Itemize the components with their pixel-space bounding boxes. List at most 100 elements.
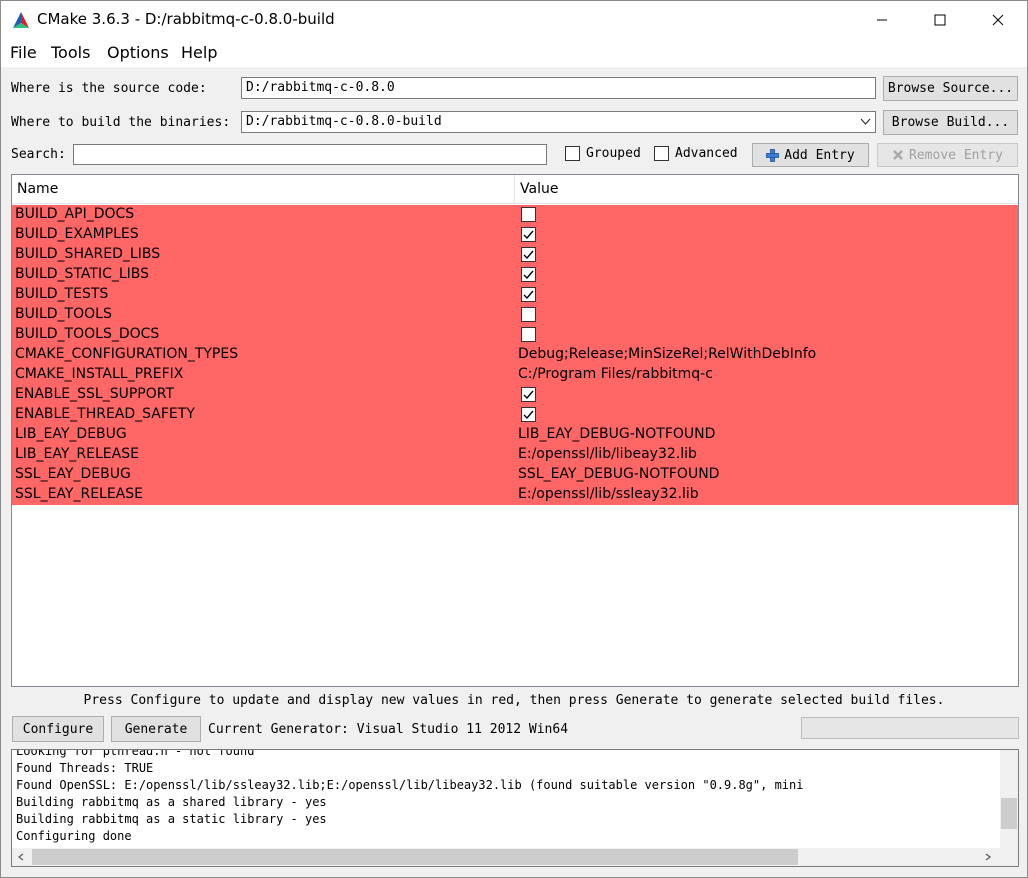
table-header: Name Value: [12, 175, 1018, 204]
output-line: Looking for pthread.h - not found: [16, 749, 255, 758]
menu-options[interactable]: Options: [107, 43, 169, 62]
menu-file[interactable]: File: [10, 43, 37, 62]
checkmark-icon: [523, 230, 534, 240]
cache-entry-name: ENABLE_SSL_SUPPORT: [15, 386, 175, 402]
table-row[interactable]: SSL_EAY_RELEASE E:/openssl/lib/ssleay32.l…: [12, 485, 1018, 505]
build-label: Where to build the binaries:: [11, 115, 231, 130]
cache-entry-value[interactable]: E:/openssl/lib/ssleay32.lib: [518, 486, 699, 502]
cache-entry-checkbox[interactable]: [521, 227, 536, 242]
source-path-input[interactable]: D:/rabbitmq-c-0.8.0: [241, 77, 876, 99]
cache-entry-name: BUILD_TOOLS: [15, 306, 112, 322]
cache-entry-checkbox[interactable]: [521, 287, 536, 302]
table-rows: BUILD_API_DOCS BUILD_EXAMPLES BUILD_SHARED…: [12, 205, 1018, 505]
output-lines: Looking for pthread.h - not found Found T…: [16, 749, 996, 845]
cache-entry-name: BUILD_API_DOCS: [15, 206, 135, 222]
cache-entry-checkbox[interactable]: [521, 247, 536, 262]
cache-entry-name: SSL_EAY_RELEASE: [15, 486, 143, 502]
build-path-value: D:/rabbitmq-c-0.8.0-build: [246, 114, 442, 129]
cache-entry-value[interactable]: Debug;Release;MinSizeRel;RelWithDebInfo: [518, 346, 816, 362]
browse-source-button[interactable]: Browse Source...: [883, 76, 1018, 101]
cache-entry-value[interactable]: E:/openssl/lib/libeay32.lib: [518, 446, 697, 462]
header-divider[interactable]: [514, 175, 515, 204]
cmake-triangle-icon: [13, 12, 29, 28]
configure-hint: Press Configure to update and display ne…: [83, 693, 945, 708]
advanced-checkbox-box[interactable]: [654, 146, 669, 161]
cache-entry-name: ENABLE_THREAD_SAFETY: [15, 406, 195, 422]
output-vertical-scrollbar[interactable]: [1000, 750, 1018, 849]
output-line: Building rabbitmq as a static library - …: [16, 812, 327, 826]
window-title: CMake 3.6.3 - D:/rabbitmq-c-0.8.0-build: [37, 10, 335, 28]
checkmark-icon: [523, 290, 534, 300]
output-vertical-thumb[interactable]: [1001, 798, 1017, 829]
table-row[interactable]: SSL_EAY_DEBUG SSL_EAY_DEBUG-NOTFOUND: [12, 465, 1018, 485]
table-row[interactable]: ENABLE_THREAD_SAFETY: [12, 405, 1018, 425]
scroll-left-icon[interactable]: [17, 853, 25, 861]
close-button[interactable]: [969, 1, 1027, 39]
output-horizontal-thumb[interactable]: [32, 849, 798, 865]
table-row[interactable]: CMAKE_CONFIGURATION_TYPES Debug;Release;M…: [12, 345, 1018, 365]
minimize-button[interactable]: [853, 1, 911, 39]
cache-entry-checkbox[interactable]: [521, 407, 536, 422]
configure-button[interactable]: Configure: [12, 716, 104, 742]
minimize-icon: [877, 19, 887, 21]
cache-entry-checkbox[interactable]: [521, 307, 536, 322]
checkmark-icon: [523, 390, 534, 400]
menu-help[interactable]: Help: [181, 43, 217, 62]
chevron-down-icon[interactable]: [860, 117, 871, 126]
cache-entry-checkbox[interactable]: [521, 327, 536, 342]
cache-entry-value[interactable]: C:/Program Files/rabbitmq-c: [518, 366, 713, 382]
table-row[interactable]: LIB_EAY_RELEASE E:/openssl/lib/libeay32.l…: [12, 445, 1018, 465]
table-row[interactable]: ENABLE_SSL_SUPPORT: [12, 385, 1018, 405]
table-row[interactable]: BUILD_TOOLS: [12, 305, 1018, 325]
output-line: Found Threads: TRUE: [16, 761, 154, 775]
advanced-checkbox[interactable]: Advanced: [654, 146, 738, 161]
output-horizontal-scrollbar[interactable]: [12, 848, 1018, 866]
browse-build-button[interactable]: Browse Build...: [883, 110, 1018, 135]
maximize-icon: [934, 14, 946, 26]
cache-entry-checkbox[interactable]: [521, 207, 536, 222]
cache-entry-checkbox[interactable]: [521, 267, 536, 282]
generate-button[interactable]: Generate: [111, 716, 201, 742]
cache-entry-name: BUILD_STATIC_LIBS: [15, 266, 150, 282]
table-row[interactable]: LIB_EAY_DEBUG LIB_EAY_DEBUG-NOTFOUND: [12, 425, 1018, 445]
header-name[interactable]: Name: [17, 181, 58, 197]
build-path-combobox[interactable]: D:/rabbitmq-c-0.8.0-build: [241, 111, 876, 133]
menu-bar: File Tools Options Help: [1, 39, 1027, 67]
table-row[interactable]: CMAKE_INSTALL_PREFIX C:/Program Files/rab…: [12, 365, 1018, 385]
checkmark-icon: [523, 270, 534, 280]
checkmark-icon: [523, 410, 534, 420]
table-row[interactable]: BUILD_TOOLS_DOCS: [12, 325, 1018, 345]
cache-entry-name: CMAKE_CONFIGURATION_TYPES: [15, 346, 239, 362]
table-row[interactable]: BUILD_API_DOCS: [12, 205, 1018, 225]
cache-entry-name: CMAKE_INSTALL_PREFIX: [15, 366, 184, 382]
cache-entry-name: SSL_EAY_DEBUG: [15, 466, 131, 482]
grouped-checkbox[interactable]: Grouped: [565, 146, 641, 161]
cache-entry-checkbox[interactable]: [521, 387, 536, 402]
cache-table[interactable]: Name Value BUILD_API_DOCS BUILD_EXAMPLES B…: [11, 174, 1019, 687]
scroll-right-icon[interactable]: [984, 853, 992, 861]
cache-entry-name: BUILD_SHARED_LIBS: [15, 246, 161, 262]
table-row[interactable]: BUILD_STATIC_LIBS: [12, 265, 1018, 285]
header-value[interactable]: Value: [520, 181, 558, 197]
table-row[interactable]: BUILD_SHARED_LIBS: [12, 245, 1018, 265]
advanced-label: Advanced: [675, 146, 738, 161]
add-entry-button[interactable]: Add Entry: [752, 143, 869, 167]
table-row[interactable]: BUILD_TESTS: [12, 285, 1018, 305]
grouped-label: Grouped: [586, 146, 641, 161]
cache-entry-value[interactable]: SSL_EAY_DEBUG-NOTFOUND: [518, 466, 719, 482]
search-label: Search:: [11, 147, 66, 162]
remove-entry-button[interactable]: Remove Entry: [877, 143, 1018, 167]
menu-tools[interactable]: Tools: [51, 43, 90, 62]
progress-bar: [801, 717, 1019, 739]
current-generator: Current Generator: Visual Studio 11 2012…: [208, 722, 569, 737]
search-input[interactable]: [73, 144, 547, 165]
cache-entry-name: LIB_EAY_RELEASE: [15, 446, 139, 462]
checkmark-icon: [523, 250, 534, 260]
output-log[interactable]: Looking for pthread.h - not found Found T…: [11, 749, 1019, 867]
table-row[interactable]: BUILD_EXAMPLES: [12, 225, 1018, 245]
maximize-button[interactable]: [911, 1, 969, 39]
cache-entry-value[interactable]: LIB_EAY_DEBUG-NOTFOUND: [518, 426, 715, 442]
close-icon: [992, 14, 1004, 26]
grouped-checkbox-box[interactable]: [565, 146, 580, 161]
x-icon: [893, 150, 903, 160]
